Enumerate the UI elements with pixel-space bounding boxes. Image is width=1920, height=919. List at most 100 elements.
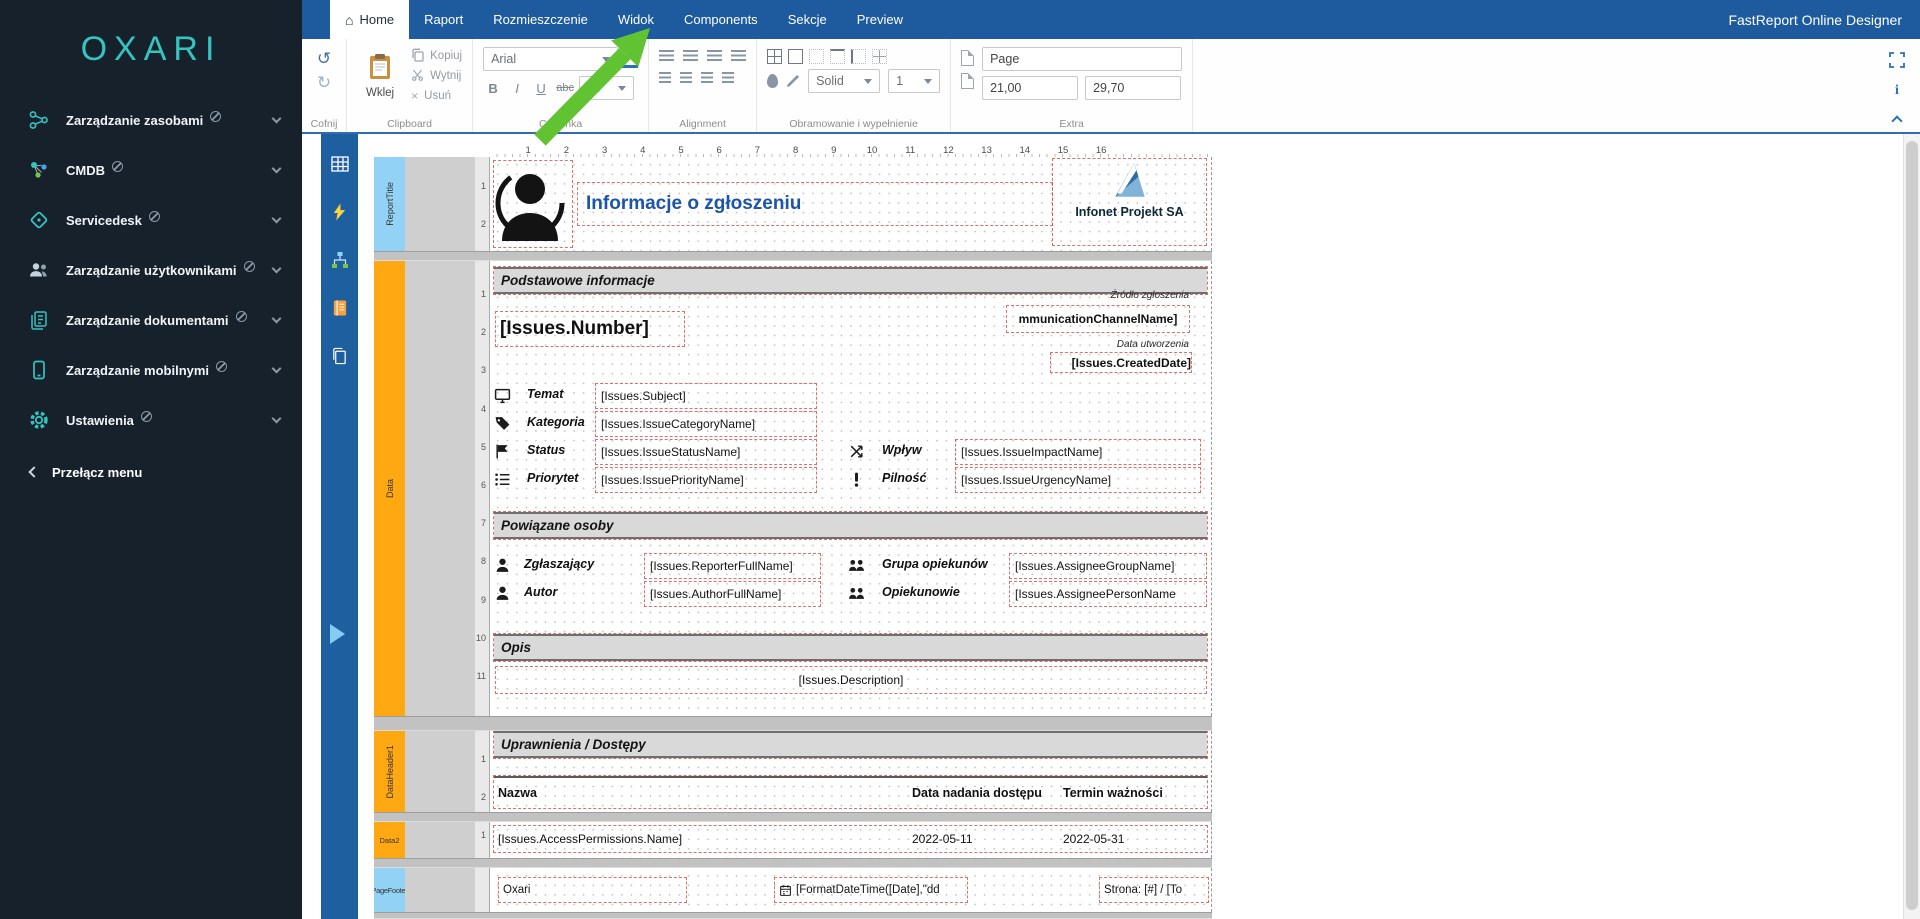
delete-button[interactable]: × Usuń (411, 87, 462, 105)
field-value[interactable]: [Issues.Subject] (596, 384, 816, 408)
perm-cell-granted[interactable]: 2022-05-11 (912, 832, 973, 846)
fill-color-icon[interactable] (767, 74, 778, 88)
expand-toolbox-icon[interactable] (330, 624, 345, 644)
border-inner-icon[interactable] (872, 49, 887, 64)
strikethrough-button[interactable]: abc (555, 82, 575, 94)
border-pencil-icon[interactable] (786, 74, 800, 88)
field-value[interactable]: [Issues.IssueImpactName] (956, 440, 1200, 464)
tab-raport[interactable]: Raport (409, 0, 478, 39)
sidebar-item-uzytkownicy[interactable]: Zarządzanie użytkownikami (0, 245, 302, 295)
border-style-select[interactable]: Solid (808, 69, 880, 93)
font-color-button[interactable]: A (622, 50, 638, 68)
scrollbar-thumb[interactable] (1906, 141, 1918, 910)
band-separator[interactable] (374, 858, 1212, 868)
band-separator[interactable] (374, 251, 1212, 261)
align-top-icon[interactable] (659, 72, 671, 83)
field-value[interactable]: [Issues.IssueCategoryName] (596, 412, 816, 436)
paste-button[interactable]: Wklej (357, 47, 403, 105)
sidebar-item-ustawienia[interactable]: Ustawienia (0, 395, 302, 445)
band-tab-reporttitle[interactable]: ReportTitle (374, 157, 405, 251)
align-left-icon[interactable] (659, 50, 674, 61)
hierarchy-icon[interactable] (328, 248, 352, 272)
page-setup-icon[interactable] (961, 50, 974, 66)
source-value-field[interactable]: mmunicationChannelName] (1007, 306, 1189, 332)
page-size-icon[interactable] (961, 73, 974, 89)
align-justify-icon[interactable] (731, 50, 746, 61)
tab-rozmieszczenie[interactable]: Rozmieszczenie (478, 0, 603, 39)
page-height-input[interactable] (1085, 76, 1181, 100)
field-label[interactable]: Temat (527, 387, 563, 401)
grid-table-icon[interactable] (328, 152, 352, 176)
fullscreen-icon[interactable] (1888, 51, 1906, 69)
band-tab-dataheader1[interactable]: DataHeader1 (374, 731, 405, 812)
footer-date-field[interactable]: [FormatDateTime([Date],"dd (775, 878, 967, 902)
band-separator[interactable] (374, 912, 1212, 919)
perm-cell-name[interactable]: [Issues.AccessPermissions.Name] (498, 832, 682, 846)
band-tab-data[interactable]: Data (374, 261, 405, 716)
tab-sekcje[interactable]: Sekcje (773, 0, 842, 39)
info-icon[interactable]: i (1888, 82, 1906, 100)
source-label[interactable]: Źródło zgłoszenia (1111, 290, 1189, 301)
field-label[interactable]: Kategoria (527, 415, 585, 429)
text-rotation-icon[interactable] (722, 72, 734, 83)
created-value-field[interactable]: [Issues.CreatedDate] (1051, 353, 1191, 372)
field-value[interactable]: [Issues.AssigneePersonName (1010, 582, 1206, 606)
sidebar-item-cmdb[interactable]: CMDB (0, 145, 302, 195)
field-value[interactable]: [Issues.IssueStatusName] (596, 440, 816, 464)
font-size-select[interactable]: 10 (579, 76, 634, 100)
align-right-icon[interactable] (707, 50, 722, 61)
sidebar-item-zasoby[interactable]: Zarządzanie zasobami (0, 95, 302, 145)
field-value[interactable]: [Issues.IssuePriorityName] (596, 468, 816, 492)
footer-company-field[interactable]: Oxari (499, 878, 686, 902)
sidebar-item-servicedesk[interactable]: Servicedesk (0, 195, 302, 245)
bold-button[interactable]: B (483, 81, 503, 96)
border-all-icon[interactable] (767, 49, 782, 64)
field-value[interactable]: [Issues.AssigneeGroupName] (1010, 554, 1206, 578)
section-header-basic[interactable]: Podstawowe informacje (494, 267, 1207, 294)
font-family-select[interactable]: Arial (483, 47, 618, 71)
section-header-opis[interactable]: Opis (494, 634, 1207, 661)
collapse-ribbon-icon[interactable] (1891, 115, 1902, 126)
tab-widok[interactable]: Widok (603, 0, 669, 39)
border-outer-icon[interactable] (788, 49, 803, 64)
sidebar-toggle[interactable]: Przełącz menu (0, 449, 302, 495)
cut-button[interactable]: Wytnij (411, 67, 462, 85)
align-bottom-icon[interactable] (701, 72, 713, 83)
pages-icon[interactable] (328, 344, 352, 368)
underline-button[interactable]: U (531, 81, 551, 96)
section-header-permissions[interactable]: Uprawnienia / Dostępy (494, 731, 1207, 758)
undo-button[interactable]: ↺ (312, 47, 336, 71)
align-center-icon[interactable] (683, 50, 698, 61)
tab-preview[interactable]: Preview (842, 0, 918, 39)
field-label[interactable]: Autor (524, 585, 557, 599)
lightning-icon[interactable] (328, 200, 352, 224)
perm-data-row[interactable]: [Issues.AccessPermissions.Name] 2022-05-… (494, 826, 1207, 852)
page-width-input[interactable] (982, 76, 1078, 100)
notebook-icon[interactable] (328, 296, 352, 320)
border-none-icon[interactable] (809, 49, 824, 64)
band-tab-pagefooter[interactable]: PageFooter (374, 868, 405, 912)
field-label[interactable]: Priorytet (527, 471, 578, 485)
avatar[interactable] (494, 161, 572, 247)
footer-page-field[interactable]: Strona: [#] / [To (1100, 878, 1208, 902)
description-field[interactable]: [Issues.Description] (496, 667, 1206, 693)
copy-button[interactable]: Kopiuj (411, 47, 462, 65)
band-separator[interactable] (374, 812, 1212, 822)
redo-button[interactable]: ↻ (312, 71, 336, 95)
border-left-icon[interactable] (851, 49, 866, 64)
band-tab-data2[interactable]: Data2 (374, 822, 405, 858)
perm-table-header-row[interactable]: Nazwa Data nadania dostępu Termin ważnoś… (494, 776, 1207, 808)
field-label[interactable]: Opiekunowie (882, 585, 960, 599)
perm-col-data[interactable]: Data nadania dostępu (912, 786, 1042, 800)
italic-button[interactable]: I (507, 81, 527, 96)
perm-col-termin[interactable]: Termin ważności (1063, 786, 1163, 800)
align-middle-icon[interactable] (680, 72, 692, 83)
perm-col-nazwa[interactable]: Nazwa (498, 786, 537, 800)
report-title-text[interactable]: Informacje o zgłoszeniu (578, 183, 1052, 225)
section-header-people[interactable]: Powiązane osoby (494, 512, 1207, 539)
field-label[interactable]: Status (527, 443, 565, 457)
border-width-select[interactable]: 1 (888, 69, 940, 93)
created-label[interactable]: Data utworzenia (1117, 339, 1189, 350)
field-value[interactable]: [Issues.ReporterFullName] (645, 554, 820, 578)
issue-number-field[interactable]: [Issues.Number] (496, 312, 684, 346)
